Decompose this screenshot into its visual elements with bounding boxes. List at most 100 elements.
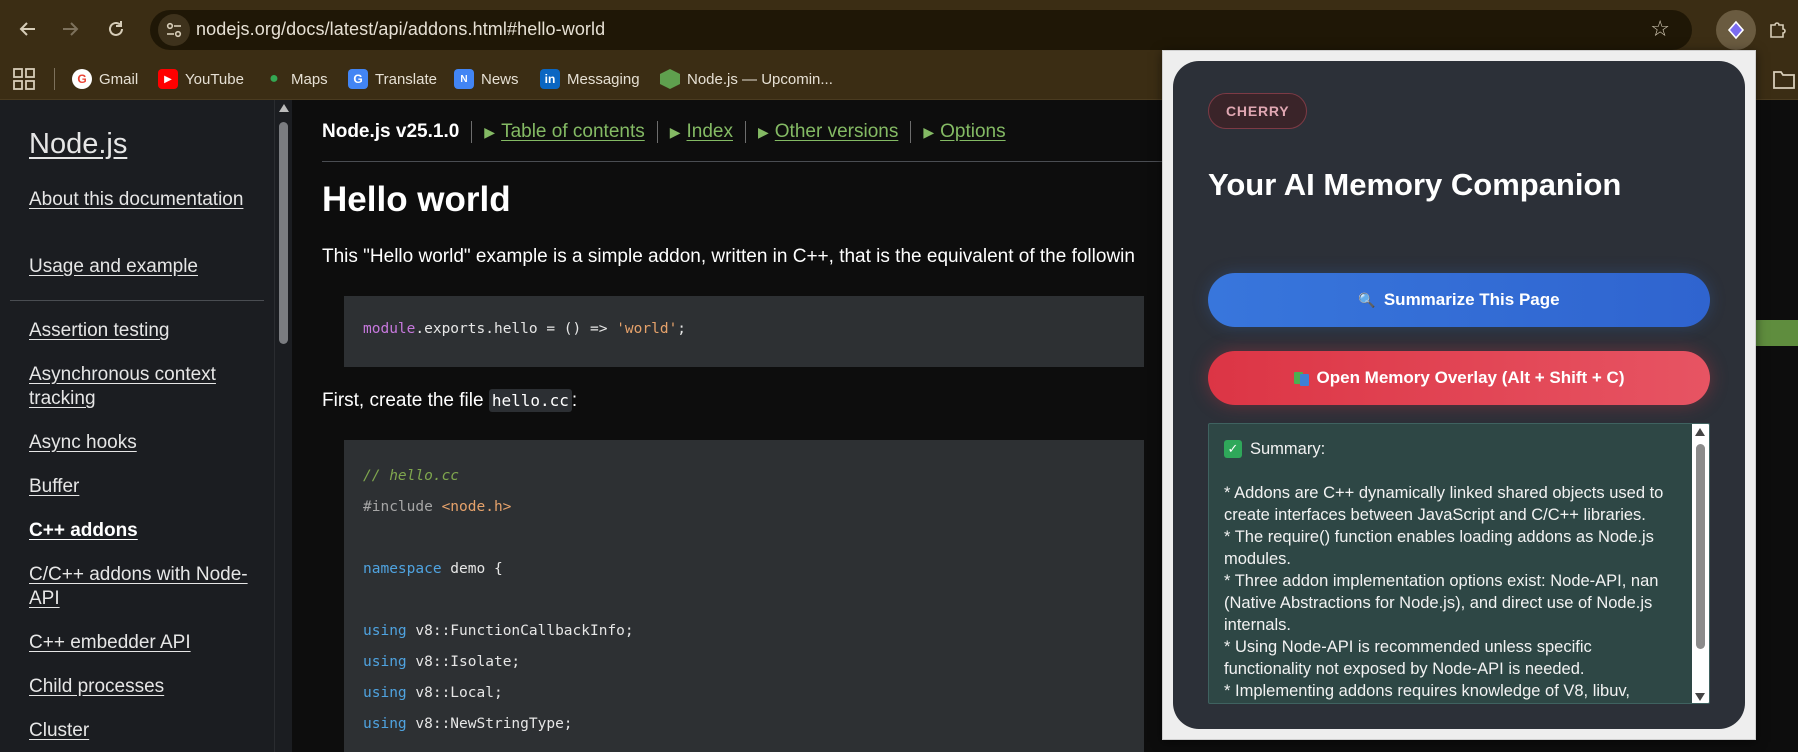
bookmark-messaging[interactable]: in Messaging	[540, 66, 640, 92]
apps-grid-icon[interactable]	[12, 67, 36, 91]
section-heading: Hello world	[322, 180, 511, 219]
code-line: // hello.cc	[363, 468, 460, 484]
brand-badge: CHERRY	[1208, 93, 1308, 129]
doc-header-nav: Node.js v25.1.0 ▶ Table of contents ▶ Inde…	[322, 118, 1018, 146]
extensions-puzzle-icon[interactable]	[1762, 13, 1794, 45]
news-icon: N	[454, 69, 474, 89]
triangle-right-icon: ▶	[669, 123, 681, 140]
bookmark-star-icon[interactable]: ☆	[1650, 16, 1670, 42]
bookmark-label: Translate	[375, 70, 437, 88]
sidebar-home-link[interactable]: Node.js	[29, 128, 127, 161]
translate-icon: G	[348, 69, 368, 89]
bookmark-label: YouTube	[185, 70, 244, 88]
back-button[interactable]	[12, 13, 44, 45]
cherry-popup: CHERRY Your AI Memory Companion 🔍 Summar…	[1173, 61, 1745, 729]
button-label: Open Memory Overlay (Alt + Shift + C)	[1316, 368, 1625, 387]
scroll-down-arrow-icon[interactable]	[1695, 693, 1705, 701]
triangle-right-icon: ▶	[758, 123, 769, 140]
triangle-right-icon: ▶	[484, 123, 496, 140]
summarize-page-button[interactable]: 🔍 Summarize This Page	[1208, 273, 1710, 327]
sidebar-link-cluster[interactable]: Cluster	[29, 719, 249, 743]
code-token: ;	[677, 321, 687, 337]
arrow-left-icon	[19, 22, 35, 36]
code-token: using	[363, 654, 407, 670]
nav-table-of-contents[interactable]: ▶ Table of contents	[484, 121, 656, 143]
tune-icon	[166, 22, 182, 38]
code-token: using	[363, 716, 407, 732]
sidebar-link-about[interactable]: About this documentation	[29, 188, 249, 212]
sidebar-link-async-hooks[interactable]: Async hooks	[29, 431, 249, 455]
bookmark-gmail[interactable]: G Gmail	[72, 66, 138, 92]
scroll-up-arrow-icon[interactable]	[1695, 428, 1705, 436]
summary-content: ✓ Summary: * Addons are C++ dynamically …	[1224, 438, 1680, 702]
forward-button[interactable]	[54, 13, 86, 45]
open-memory-overlay-button[interactable]: Open Memory Overlay (Alt + Shift + C)	[1208, 351, 1710, 405]
paragraph-text: First, create the file	[322, 390, 489, 411]
sidebar-link-cpp-addons[interactable]: C++ addons	[29, 519, 249, 543]
summary-line: * Three addon implementation options exi…	[1224, 572, 1659, 634]
extension-popup-frame: CHERRY Your AI Memory Companion 🔍 Summar…	[1162, 50, 1756, 740]
cherry-extension-button[interactable]	[1716, 10, 1756, 50]
inline-code: hello.cc	[488, 389, 572, 412]
scrollbar-thumb[interactable]	[279, 122, 288, 344]
header-rule	[322, 161, 1192, 162]
code-line: #include <node.h>	[363, 499, 511, 515]
code-line: using v8::FunctionCallbackInfo;	[363, 623, 634, 639]
bookmark-maps[interactable]: ● Maps	[264, 66, 328, 92]
bookmark-label: Messaging	[567, 70, 640, 88]
reload-button[interactable]	[100, 13, 132, 45]
bookmark-label: News	[481, 70, 519, 88]
folder-icon[interactable]	[1772, 68, 1796, 90]
nav-other-versions[interactable]: ▶ Other versions	[758, 121, 910, 143]
intro-paragraph: This "Hello world" example is a simple a…	[322, 246, 1135, 267]
code-line: namespace demo {	[363, 561, 503, 577]
bookmark-youtube[interactable]: ▶ YouTube	[158, 66, 244, 92]
sidebar-link-buffer[interactable]: Buffer	[29, 475, 249, 499]
nav-options[interactable]: ▶ Options	[923, 121, 1017, 143]
url-text[interactable]: nodejs.org/docs/latest/api/addons.html#h…	[196, 19, 605, 40]
popup-title: Your AI Memory Companion	[1208, 167, 1622, 202]
reload-icon	[109, 21, 123, 36]
code-block-cpp: // hello.cc #include <node.h> namespace …	[344, 440, 1144, 752]
code-token: <node.h>	[441, 499, 512, 515]
code-token: 'world'	[616, 321, 678, 337]
nav-label: Table of contents	[501, 121, 645, 142]
code-token: using	[363, 685, 407, 701]
sidebar-link-async-context[interactable]: Asynchronous context tracking	[29, 363, 249, 411]
header-separator	[910, 121, 912, 143]
bookmark-news[interactable]: N News	[454, 66, 519, 92]
triangle-right-icon: ▶	[923, 123, 935, 140]
code-token: v8::NewStringType;	[415, 716, 573, 732]
sidebar-link-assertion[interactable]: Assertion testing	[29, 319, 249, 343]
address-bar[interactable]: nodejs.org/docs/latest/api/addons.html#h…	[150, 10, 1692, 50]
bookmark-translate[interactable]: G Translate	[348, 66, 437, 92]
sidebar-link-child-processes[interactable]: Child processes	[29, 675, 249, 699]
bookmarks-separator	[54, 68, 55, 90]
docs-sidebar: Node.js About this documentation Usage a…	[0, 100, 274, 752]
sidebar-link-usage[interactable]: Usage and example	[29, 255, 249, 279]
memory-cards-icon	[1293, 371, 1309, 386]
bookmark-label: Gmail	[99, 70, 139, 88]
youtube-icon: ▶	[158, 69, 178, 89]
sidebar-scrollbar[interactable]	[274, 100, 292, 752]
sidebar-link-embedder[interactable]: C++ embedder API	[29, 631, 249, 655]
summary-box[interactable]: ✓ Summary: * Addons are C++ dynamically …	[1208, 423, 1710, 704]
bookmark-nodejs[interactable]: Node.js — Upcomin...	[660, 66, 833, 92]
summary-scrollbar[interactable]	[1692, 424, 1709, 703]
summary-header: ✓ Summary:	[1224, 438, 1680, 460]
sidebar-link-node-api[interactable]: C/C++ addons with Node-API	[29, 563, 249, 611]
code-token: v8::FunctionCallbackInfo;	[415, 623, 634, 639]
summary-scrollbar-thumb[interactable]	[1696, 444, 1705, 649]
nav-label: Options	[940, 121, 1006, 142]
code-token: namespace	[363, 561, 442, 577]
scroll-up-arrow-icon[interactable]	[279, 104, 289, 112]
gmail-icon: G	[72, 69, 92, 89]
magnifier-icon: 🔍	[1358, 291, 1376, 308]
nodejs-icon	[660, 69, 680, 89]
header-separator	[471, 121, 473, 143]
maps-icon: ●	[269, 70, 279, 87]
nav-index[interactable]: ▶ Index	[670, 121, 745, 143]
summary-line: * Addons are C++ dynamically linked shar…	[1224, 484, 1664, 524]
site-info-button[interactable]	[158, 14, 190, 46]
arrow-right-icon	[63, 22, 79, 36]
